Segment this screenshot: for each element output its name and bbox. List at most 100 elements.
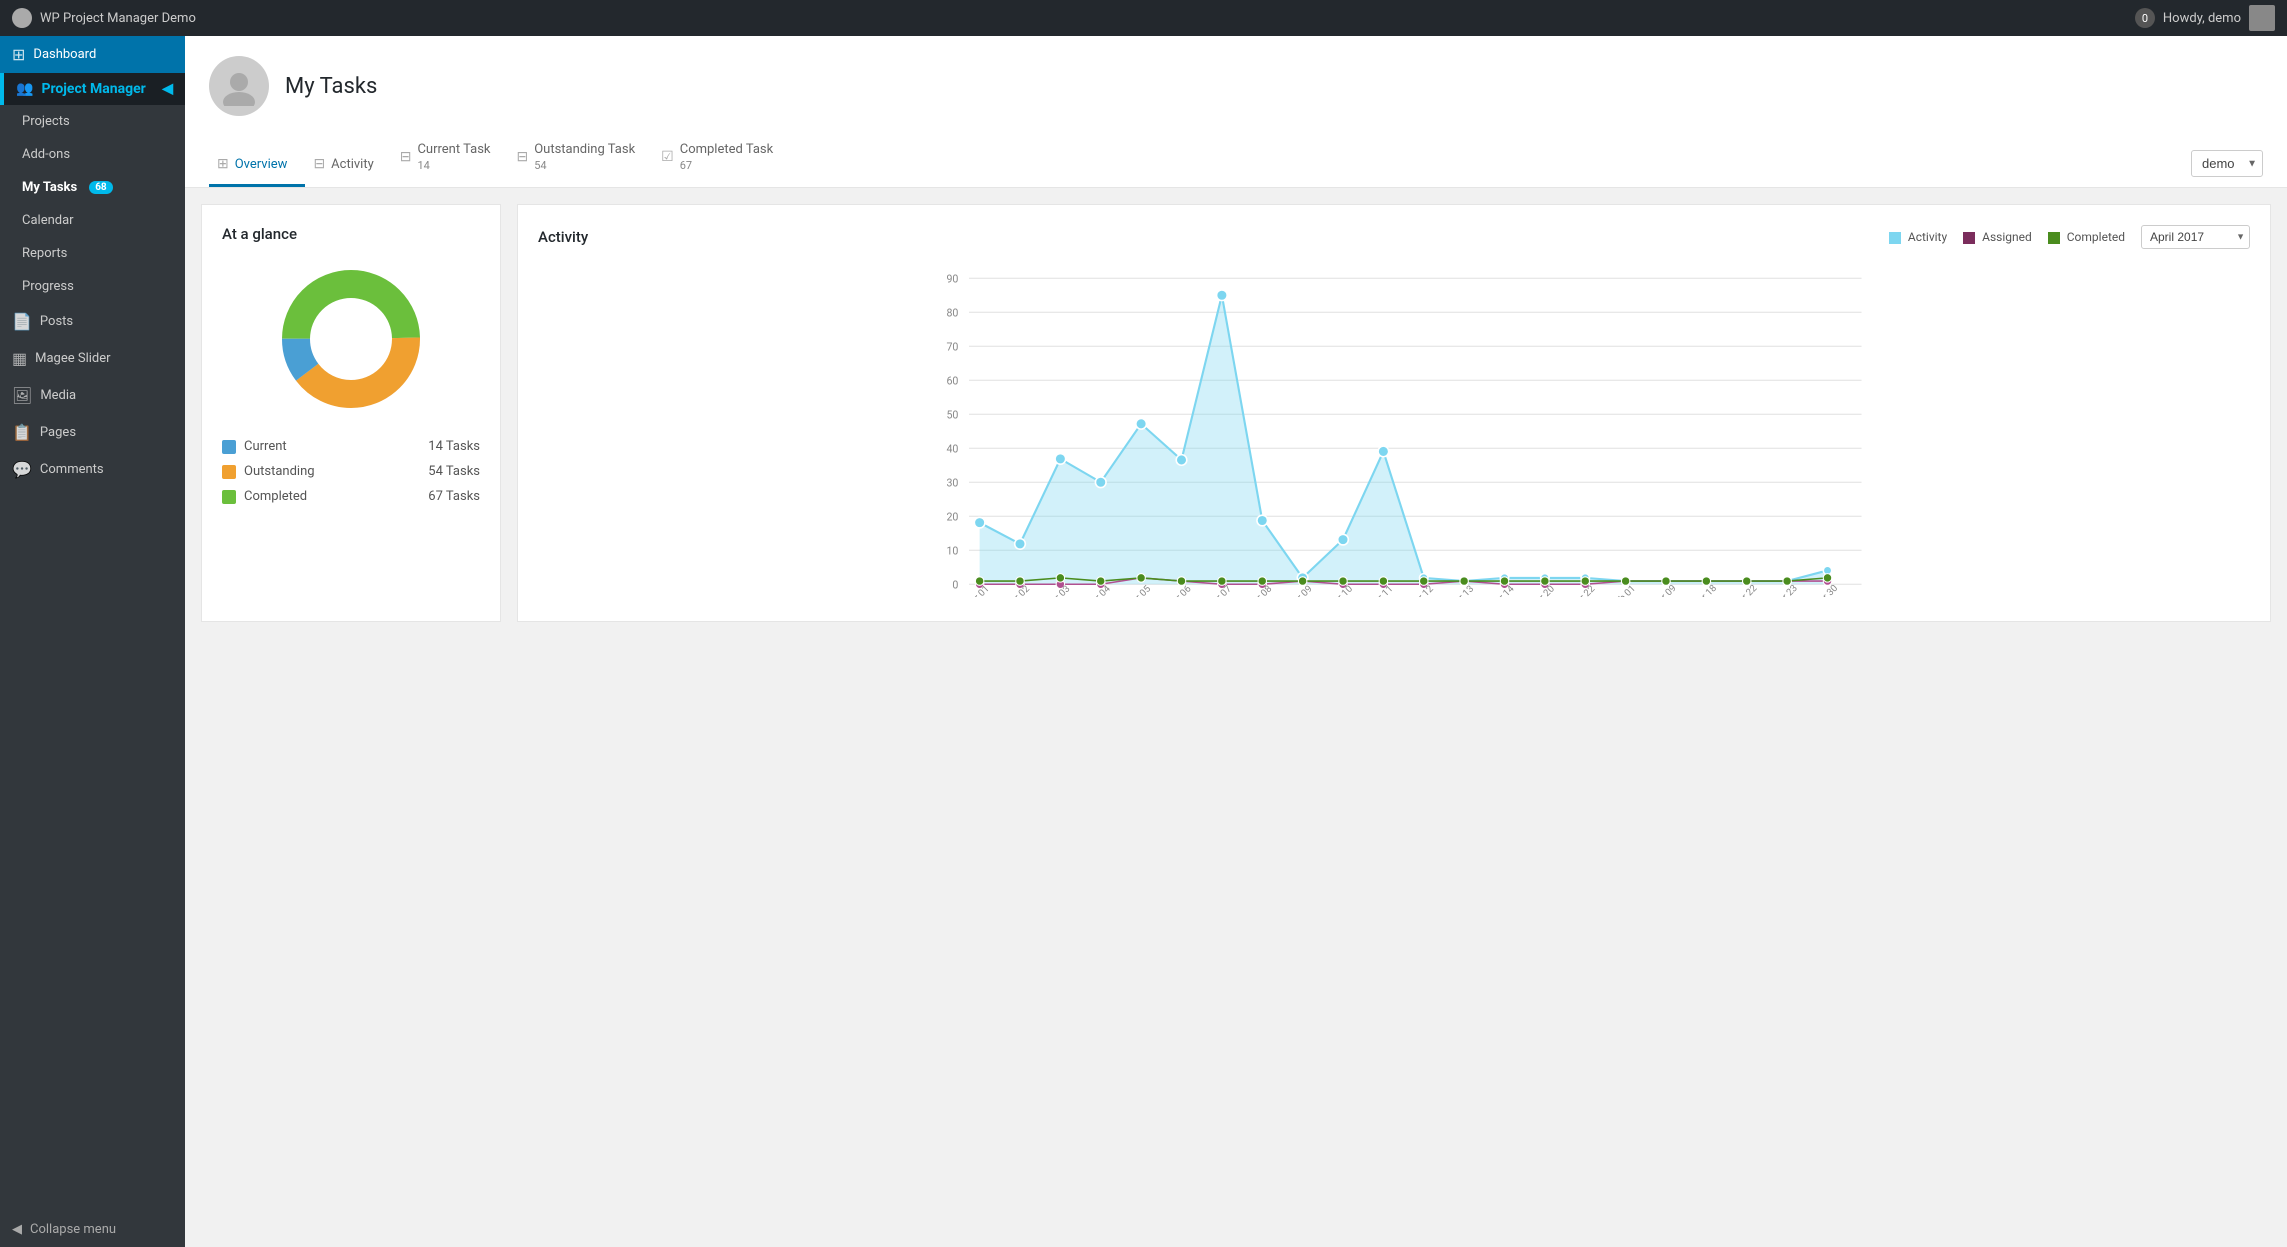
sidebar-item-pages[interactable]: 📋 Pages [0, 414, 185, 451]
legend-completed: Completed 67 Tasks [222, 489, 480, 504]
at-glance-title: At a glance [222, 225, 480, 243]
my-tasks-label: My Tasks [22, 180, 77, 195]
legend-current: Current 14 Tasks [222, 439, 480, 454]
tab-overview-label: Overview [235, 157, 288, 172]
pm-icon: 👥 [16, 81, 33, 97]
dashboard-icon: ⊞ [12, 45, 25, 64]
tab-outstanding-task[interactable]: ⊟ Outstanding Task 54 [509, 132, 654, 187]
completed-label: Completed [244, 489, 307, 504]
svg-text:0: 0 [952, 579, 958, 592]
topbar: WP Project Manager Demo 0 Howdy, demo [0, 0, 2287, 36]
current-label: Current [244, 439, 287, 454]
sidebar-item-posts[interactable]: 📄 Posts [0, 303, 185, 340]
collapse-menu-button[interactable]: ◀ Collapse menu [0, 1212, 185, 1247]
user-avatar [209, 56, 269, 116]
user-avatar-small [2249, 5, 2275, 31]
sidebar-item-calendar[interactable]: Calendar [0, 204, 185, 237]
legend-activity: Activity [1889, 230, 1947, 244]
svg-text:60: 60 [946, 375, 958, 388]
current-task-icon: ⊟ [400, 149, 412, 165]
addons-label: Add-ons [22, 147, 70, 162]
magee-label: Magee Slider [35, 351, 110, 366]
month-select[interactable]: April 2017 March 2017 February 2017 Janu… [2141, 225, 2250, 249]
current-color [222, 440, 236, 454]
media-label: Media [40, 388, 76, 403]
outstanding-task-icon: ⊟ [517, 149, 529, 165]
outstanding-tasks: 54 Tasks [428, 464, 480, 479]
current-tasks: 14 Tasks [428, 439, 480, 454]
donut-chart [222, 259, 480, 419]
sidebar-item-magee-slider[interactable]: ▦ Magee Slider [0, 340, 185, 377]
sidebar-item-projects[interactable]: Projects [0, 105, 185, 138]
completed-color-box [2048, 232, 2060, 244]
posts-icon: 📄 [12, 312, 32, 331]
outstanding-color [222, 465, 236, 479]
tabs-row: ⊞ Overview ⊟ Activity ⊟ [209, 132, 2263, 187]
overview-icon: ⊞ [217, 156, 229, 172]
pm-arrow-icon: ◀ [162, 81, 173, 97]
tabs-container: ⊞ Overview ⊟ Activity ⊟ [209, 132, 791, 187]
tab-outstanding-task-count: 54 [534, 159, 635, 172]
reports-label: Reports [22, 246, 67, 261]
notification-count[interactable]: 0 [2135, 8, 2155, 28]
user-select[interactable]: demo admin [2191, 150, 2263, 177]
tab-current-task-count: 14 [417, 159, 490, 172]
pages-label: Pages [40, 425, 76, 440]
panels: At a glance [185, 188, 2287, 638]
legend-completed-chart: Completed [2048, 230, 2125, 244]
activity-color-box [1889, 232, 1901, 244]
sidebar-item-comments[interactable]: 💬 Comments [0, 451, 185, 488]
sidebar-item-project-manager[interactable]: 👥 Project Manager ◀ [0, 73, 185, 105]
tab-activity[interactable]: ⊟ Activity [305, 146, 391, 187]
svg-text:10: 10 [946, 545, 958, 558]
media-icon: 🖼 [12, 386, 32, 405]
posts-label: Posts [40, 314, 73, 329]
sidebar-item-media[interactable]: 🖼 Media [0, 377, 185, 414]
site-name: WP Project Manager Demo [40, 11, 196, 26]
calendar-label: Calendar [22, 213, 74, 228]
tab-outstanding-task-label: Outstanding Task [534, 142, 635, 157]
legend-assigned: Assigned [1963, 230, 2032, 244]
my-tasks-badge: 68 [89, 181, 112, 194]
page-title: My Tasks [285, 74, 377, 99]
tab-completed-task[interactable]: ☑ Completed Task 67 [653, 132, 791, 187]
user-select-wrap: demo admin ▼ [2191, 150, 2263, 187]
progress-label: Progress [22, 279, 74, 294]
activity-svg: 90 80 70 60 50 40 30 [538, 257, 2250, 597]
completed-task-icon: ☑ [661, 149, 674, 165]
sidebar-dashboard-label: Dashboard [33, 47, 96, 62]
user-greeting: Howdy, demo [2163, 11, 2241, 26]
at-glance-panel: At a glance [201, 204, 501, 622]
svg-text:90: 90 [946, 273, 958, 286]
sidebar: ⊞ Dashboard 👥 Project Manager ◀ Projects… [0, 36, 185, 1247]
tab-current-task-label: Current Task [417, 142, 490, 157]
outstanding-label: Outstanding [244, 464, 315, 479]
svg-text:Apr 05: Apr 05 [1126, 584, 1154, 597]
activity-area [980, 295, 1828, 584]
svg-text:50: 50 [946, 409, 958, 422]
completed-color [222, 490, 236, 504]
activity-icon: ⊟ [313, 156, 325, 172]
chart-legend: Activity Assigned Completed [1889, 230, 2125, 244]
sidebar-item-my-tasks[interactable]: My Tasks 68 [0, 171, 185, 204]
svg-text:Apr 09: Apr 09 [1287, 584, 1315, 597]
sidebar-item-reports[interactable]: Reports [0, 237, 185, 270]
comments-icon: 💬 [12, 460, 32, 479]
wp-logo-icon [12, 8, 32, 28]
sidebar-item-dashboard[interactable]: ⊞ Dashboard [0, 36, 185, 73]
sidebar-item-addons[interactable]: Add-ons [0, 138, 185, 171]
svg-text:40: 40 [946, 443, 958, 456]
svg-text:70: 70 [946, 341, 958, 354]
tab-completed-task-label: Completed Task [680, 142, 774, 157]
tab-activity-label: Activity [331, 157, 374, 172]
tab-current-task[interactable]: ⊟ Current Task 14 [392, 132, 509, 187]
activity-panel: Activity Activity Assigned [517, 204, 2271, 622]
chart-container: 90 80 70 60 50 40 30 [538, 257, 2250, 601]
magee-icon: ▦ [12, 349, 27, 368]
svg-text:30: 30 [946, 477, 958, 490]
svg-text:Apr 06: Apr 06 [1166, 584, 1194, 597]
sidebar-item-progress[interactable]: Progress [0, 270, 185, 303]
tab-overview[interactable]: ⊞ Overview [209, 146, 305, 187]
svg-text:20: 20 [946, 511, 958, 524]
pm-label: Project Manager [41, 81, 145, 97]
